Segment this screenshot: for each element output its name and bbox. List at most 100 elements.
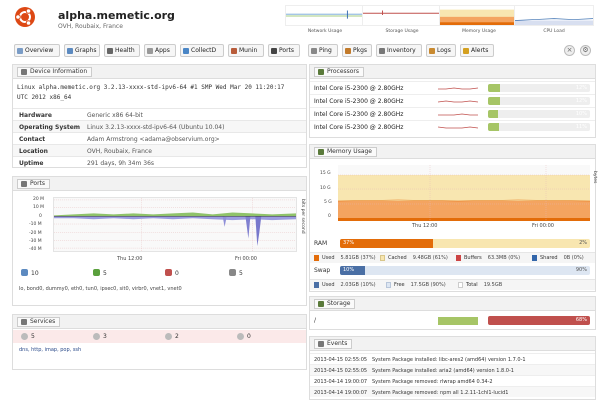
info-row-location: Location OVH, Roubaix, France bbox=[13, 144, 306, 156]
tab-munin[interactable]: Munin bbox=[228, 44, 264, 57]
processor-row[interactable]: Intel Core i5-2300 @ 2.80GHz 12% bbox=[310, 81, 595, 94]
services-status-row: 5 3 2 0 bbox=[13, 330, 306, 343]
port-down-icon bbox=[165, 269, 172, 276]
services-panel: Services 5 3 2 0 dns, http, imap, pop, s… bbox=[12, 314, 307, 370]
uname-string: Linux alpha.memetic.org 3.2.13-xxxx-std-… bbox=[17, 84, 285, 101]
overview-icon bbox=[17, 48, 23, 54]
info-row-hardware: Hardware Generic x86 64-bit bbox=[13, 108, 306, 120]
ping-icon bbox=[311, 48, 317, 54]
port-disabled-icon bbox=[229, 269, 236, 276]
ram-legend: Used 5.81GB (37%) Cached 9.48GB (61%) Buff… bbox=[310, 252, 595, 263]
legend-swatch-icon bbox=[380, 255, 385, 261]
processor-sparkline bbox=[438, 87, 478, 90]
legend-swatch-icon bbox=[456, 255, 461, 261]
tab-health[interactable]: Health bbox=[104, 44, 140, 57]
storage-mount[interactable]: / bbox=[314, 317, 316, 324]
processor-row[interactable]: Intel Core i5-2300 @ 2.80GHz 11% bbox=[310, 120, 595, 133]
services-up[interactable]: 3 bbox=[93, 333, 107, 340]
legend-swatch-icon bbox=[386, 282, 391, 288]
services-disabled[interactable]: 0 bbox=[237, 333, 251, 340]
processor-sparkline bbox=[438, 126, 478, 129]
events-panel: Events 2013-04-15 02:55:05 System Package… bbox=[309, 336, 596, 400]
tab-apps[interactable]: Apps bbox=[144, 44, 176, 57]
storage-usage-mini-graph[interactable]: Storage Usage bbox=[362, 5, 442, 34]
network-usage-mini-graph[interactable]: Network Usage bbox=[285, 5, 365, 34]
processor-row[interactable]: Intel Core i5-2300 @ 2.80GHz 12% bbox=[310, 94, 595, 107]
ports-up-count[interactable]: 5 bbox=[93, 269, 107, 277]
memory-usage-graph[interactable] bbox=[338, 165, 590, 221]
processor-usage-bar: 10% bbox=[488, 110, 590, 118]
swap-usage-bar[interactable]: 10% 90% bbox=[340, 266, 590, 275]
processor-row[interactable]: Intel Core i5-2300 @ 2.80GHz 10% bbox=[310, 107, 595, 120]
processor-usage-bar: 12% bbox=[488, 97, 590, 105]
info-row-contact: Contact Adam Armstrong <adama@observium.o… bbox=[13, 132, 306, 144]
tab-ping[interactable]: Ping bbox=[308, 44, 338, 57]
tab-ports[interactable]: Ports bbox=[268, 44, 300, 57]
port-list[interactable]: lo, bond0, dummy0, eth0, tun0, ipsec0, s… bbox=[19, 286, 182, 292]
memory-usage-title[interactable]: Memory Usage bbox=[314, 147, 378, 157]
processors-title[interactable]: Processors bbox=[314, 67, 365, 77]
device-header: alpha.memetic.org OVH, Roubaix, France N… bbox=[0, 0, 604, 40]
apps-icon bbox=[147, 48, 153, 54]
tab-pkgs[interactable]: Pkgs bbox=[342, 44, 372, 57]
info-row-uptime: Uptime 291 days, 9h 34m 36s bbox=[13, 156, 306, 168]
info-row-os: Operating System Linux 3.2.13-xxxx-std-ip… bbox=[13, 120, 306, 132]
cog-icon bbox=[165, 333, 172, 340]
tab-overview[interactable]: Overview bbox=[14, 44, 60, 57]
cog-icon bbox=[21, 333, 28, 340]
ports-title[interactable]: Ports bbox=[17, 179, 51, 189]
settings-icon[interactable]: ⚙ bbox=[580, 45, 591, 56]
alerts-icon bbox=[463, 48, 469, 54]
memory-usage-panel: Memory Usage 15 G 10 G 5 G 0 bytes Thu 1… bbox=[309, 144, 597, 292]
pkgs-icon bbox=[345, 48, 351, 54]
legend-swatch-icon bbox=[532, 255, 537, 261]
inventory-icon bbox=[379, 48, 385, 54]
collectd-icon bbox=[183, 48, 189, 54]
storage-title[interactable]: Storage bbox=[314, 299, 356, 309]
event-row: 2013-04-14 19:00:07 System Package remove… bbox=[310, 375, 595, 386]
ports-total-count[interactable]: 10 bbox=[21, 269, 39, 277]
ports-icon bbox=[271, 48, 277, 54]
ports-disabled-count[interactable]: 5 bbox=[229, 269, 243, 277]
tab-graphs[interactable]: Graphs bbox=[64, 44, 100, 57]
info-icon bbox=[21, 69, 27, 75]
graphs-icon bbox=[67, 48, 73, 54]
services-down[interactable]: 2 bbox=[165, 333, 179, 340]
events-icon bbox=[318, 341, 324, 347]
services-title: Services bbox=[17, 317, 61, 327]
storage-sparkline bbox=[438, 317, 478, 325]
ram-usage-bar[interactable]: 37% 2% bbox=[340, 239, 590, 248]
processors-panel: Processors Intel Core i5-2300 @ 2.80GHz … bbox=[309, 64, 596, 138]
port-up-icon bbox=[93, 269, 100, 276]
tab-inventory[interactable]: Inventory bbox=[376, 44, 422, 57]
processor-usage-bar: 12% bbox=[488, 84, 590, 92]
storage-panel: Storage / 68% bbox=[309, 296, 596, 330]
device-information-panel: Device Information Linux alpha.memetic.o… bbox=[12, 64, 307, 168]
services-list[interactable]: dns, http, imap, pop, ssh bbox=[19, 347, 81, 353]
event-row: 2013-04-14 19:00:07 System Package remove… bbox=[310, 386, 595, 397]
events-title[interactable]: Events bbox=[314, 339, 353, 349]
device-nav-tabs: Overview Graphs Health Apps CollectD Mun… bbox=[14, 44, 594, 58]
processor-sparkline bbox=[438, 113, 478, 116]
tab-logs[interactable]: Logs bbox=[426, 44, 456, 57]
cpu-load-mini-graph[interactable]: CPU Load bbox=[514, 5, 594, 34]
device-location: OVH, Roubaix, France bbox=[58, 23, 123, 30]
munin-icon bbox=[231, 48, 237, 54]
storage-usage-bar: 68% bbox=[488, 316, 590, 325]
health-icon bbox=[107, 48, 113, 54]
legend-swatch-icon bbox=[314, 282, 319, 288]
tab-alerts[interactable]: Alerts bbox=[460, 44, 494, 57]
hostname-link[interactable]: alpha.memetic.org bbox=[58, 9, 175, 22]
logs-icon bbox=[429, 48, 435, 54]
ports-down-count[interactable]: 0 bbox=[165, 269, 179, 277]
memory-usage-mini-graph[interactable]: Memory Usage bbox=[439, 5, 519, 34]
ports-traffic-graph[interactable] bbox=[53, 197, 297, 252]
storage-icon bbox=[318, 301, 324, 307]
ports-panel-icon bbox=[21, 181, 27, 187]
services-total[interactable]: 5 bbox=[21, 333, 35, 340]
tab-collectd[interactable]: CollectD bbox=[180, 44, 224, 57]
processor-icon bbox=[318, 69, 324, 75]
close-icon[interactable]: × bbox=[564, 45, 575, 56]
services-icon bbox=[21, 319, 27, 325]
cog-icon bbox=[237, 333, 244, 340]
